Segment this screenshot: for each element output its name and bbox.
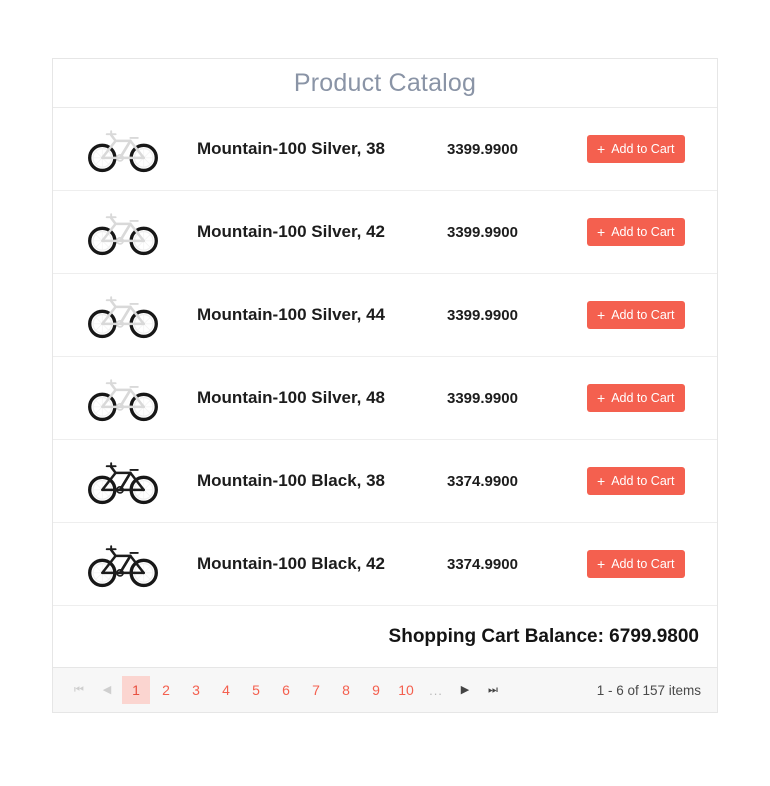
add-to-cart-label: Add to Cart <box>611 143 674 156</box>
product-thumbnail-cell <box>53 207 193 257</box>
bicycle-silver-icon <box>86 373 160 423</box>
bicycle-silver-icon <box>86 290 160 340</box>
product-thumbnail-cell <box>53 373 193 423</box>
catalog-header: Product Catalog <box>53 59 717 108</box>
add-to-cart-button[interactable]: + Add to Cart <box>587 301 685 329</box>
add-to-cart-button[interactable]: + Add to Cart <box>587 550 685 578</box>
product-action-cell: + Add to Cart <box>587 550 717 578</box>
cart-balance-text: Shopping Cart Balance: 6799.9800 <box>389 626 699 648</box>
product-row: Mountain-100 Black, 42 3374.9900 + Add t… <box>53 523 717 606</box>
add-to-cart-button[interactable]: + Add to Cart <box>587 384 685 412</box>
pagination-page-5[interactable]: 5 <box>242 676 270 704</box>
bicycle-silver-icon <box>86 207 160 257</box>
catalog-card: Product Catalog <box>52 58 718 713</box>
product-price: 3399.9900 <box>437 307 587 324</box>
pagination-page-1[interactable]: 1 <box>122 676 150 704</box>
product-action-cell: + Add to Cart <box>587 135 717 163</box>
product-name: Mountain-100 Silver, 48 <box>193 388 437 408</box>
pagination-last-button[interactable]: ⏭ <box>480 676 506 704</box>
product-action-cell: + Add to Cart <box>587 218 717 246</box>
pagination-page-10[interactable]: 10 <box>392 676 420 704</box>
product-thumbnail-cell <box>53 539 193 589</box>
add-to-cart-label: Add to Cart <box>611 558 674 571</box>
bicycle-black-icon <box>86 456 160 506</box>
pagination-page-9[interactable]: 9 <box>362 676 390 704</box>
pagination-page-8[interactable]: 8 <box>332 676 360 704</box>
add-to-cart-button[interactable]: + Add to Cart <box>587 135 685 163</box>
add-to-cart-label: Add to Cart <box>611 475 674 488</box>
pagination-page-2[interactable]: 2 <box>152 676 180 704</box>
product-name: Mountain-100 Black, 42 <box>193 554 437 574</box>
product-name: Mountain-100 Silver, 38 <box>193 139 437 159</box>
plus-icon: + <box>597 142 605 156</box>
pagination-page-7[interactable]: 7 <box>302 676 330 704</box>
product-action-cell: + Add to Cart <box>587 384 717 412</box>
plus-icon: + <box>597 557 605 571</box>
plus-icon: + <box>597 225 605 239</box>
product-name: Mountain-100 Silver, 42 <box>193 222 437 242</box>
pagination-page-6[interactable]: 6 <box>272 676 300 704</box>
pagination-last-button-glyph: ⏭ <box>488 685 498 696</box>
pagination-prev-button-glyph: ◀ <box>103 685 111 696</box>
product-thumbnail-cell <box>53 456 193 506</box>
pagination-next-button[interactable]: ▶ <box>452 676 478 704</box>
product-list: Mountain-100 Silver, 38 3399.9900 + Add … <box>53 108 717 606</box>
page-title: Product Catalog <box>294 69 476 98</box>
product-action-cell: + Add to Cart <box>587 301 717 329</box>
add-to-cart-button[interactable]: + Add to Cart <box>587 467 685 495</box>
product-row: Mountain-100 Silver, 42 3399.9900 + Add … <box>53 191 717 274</box>
pagination-summary: 1 - 6 of 157 items <box>597 683 701 698</box>
product-row: Mountain-100 Silver, 44 3399.9900 + Add … <box>53 274 717 357</box>
cart-balance-row: Shopping Cart Balance: 6799.9800 <box>53 606 717 668</box>
pagination-page-3[interactable]: 3 <box>182 676 210 704</box>
product-row: Mountain-100 Silver, 48 3399.9900 + Add … <box>53 357 717 440</box>
plus-icon: + <box>597 474 605 488</box>
pagination-next-button-glyph: ▶ <box>461 685 469 696</box>
add-to-cart-label: Add to Cart <box>611 392 674 405</box>
plus-icon: + <box>597 308 605 322</box>
product-name: Mountain-100 Black, 38 <box>193 471 437 491</box>
pagination-ellipsis: ... <box>422 676 450 704</box>
product-action-cell: + Add to Cart <box>587 467 717 495</box>
add-to-cart-label: Add to Cart <box>611 226 674 239</box>
product-thumbnail-cell <box>53 124 193 174</box>
pagination-first-button-glyph: ⏮ <box>74 685 84 696</box>
plus-icon: + <box>597 391 605 405</box>
bicycle-silver-icon <box>86 124 160 174</box>
product-row: Mountain-100 Black, 38 3374.9900 + Add t… <box>53 440 717 523</box>
add-to-cart-button[interactable]: + Add to Cart <box>587 218 685 246</box>
product-row: Mountain-100 Silver, 38 3399.9900 + Add … <box>53 108 717 191</box>
pagination-page-4[interactable]: 4 <box>212 676 240 704</box>
product-catalog-page: Product Catalog <box>0 0 770 786</box>
product-price: 3399.9900 <box>437 390 587 407</box>
product-thumbnail-cell <box>53 290 193 340</box>
product-price: 3374.9900 <box>437 473 587 490</box>
product-price: 3399.9900 <box>437 224 587 241</box>
product-price: 3374.9900 <box>437 556 587 573</box>
bicycle-black-icon <box>86 539 160 589</box>
pagination-controls: ⏮ ◀ 12345678910... ▶ ⏭ <box>65 676 507 704</box>
pagination-bar: ⏮ ◀ 12345678910... ▶ ⏭ 1 - 6 of 157 items <box>53 668 717 712</box>
product-name: Mountain-100 Silver, 44 <box>193 305 437 325</box>
add-to-cart-label: Add to Cart <box>611 309 674 322</box>
product-price: 3399.9900 <box>437 141 587 158</box>
pagination-prev-button: ◀ <box>94 676 120 704</box>
pagination-first-button: ⏮ <box>66 676 92 704</box>
